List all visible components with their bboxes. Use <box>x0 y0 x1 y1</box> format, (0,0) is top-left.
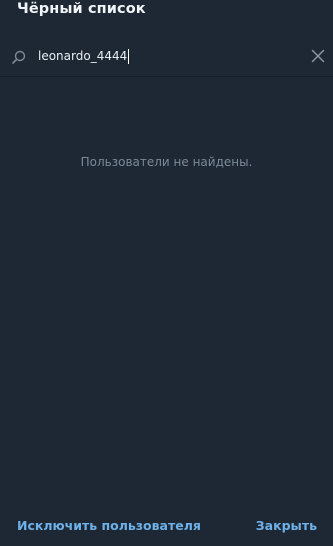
close-icon[interactable] <box>310 48 326 64</box>
dialog-footer: Исключить пользователя Закрыть <box>0 506 333 546</box>
dialog-title: Чёрный список <box>17 1 146 17</box>
search-input[interactable] <box>38 45 298 67</box>
unblock-user-button[interactable]: Исключить пользователя <box>17 518 201 533</box>
search-bar <box>0 37 333 77</box>
text-cursor <box>128 49 130 64</box>
search-icon <box>12 50 26 64</box>
blocklist-dialog: Чёрный список Пользователи не найдены. И… <box>0 0 333 546</box>
close-button[interactable]: Закрыть <box>256 518 317 533</box>
empty-state-message: Пользователи не найдены. <box>80 155 253 169</box>
